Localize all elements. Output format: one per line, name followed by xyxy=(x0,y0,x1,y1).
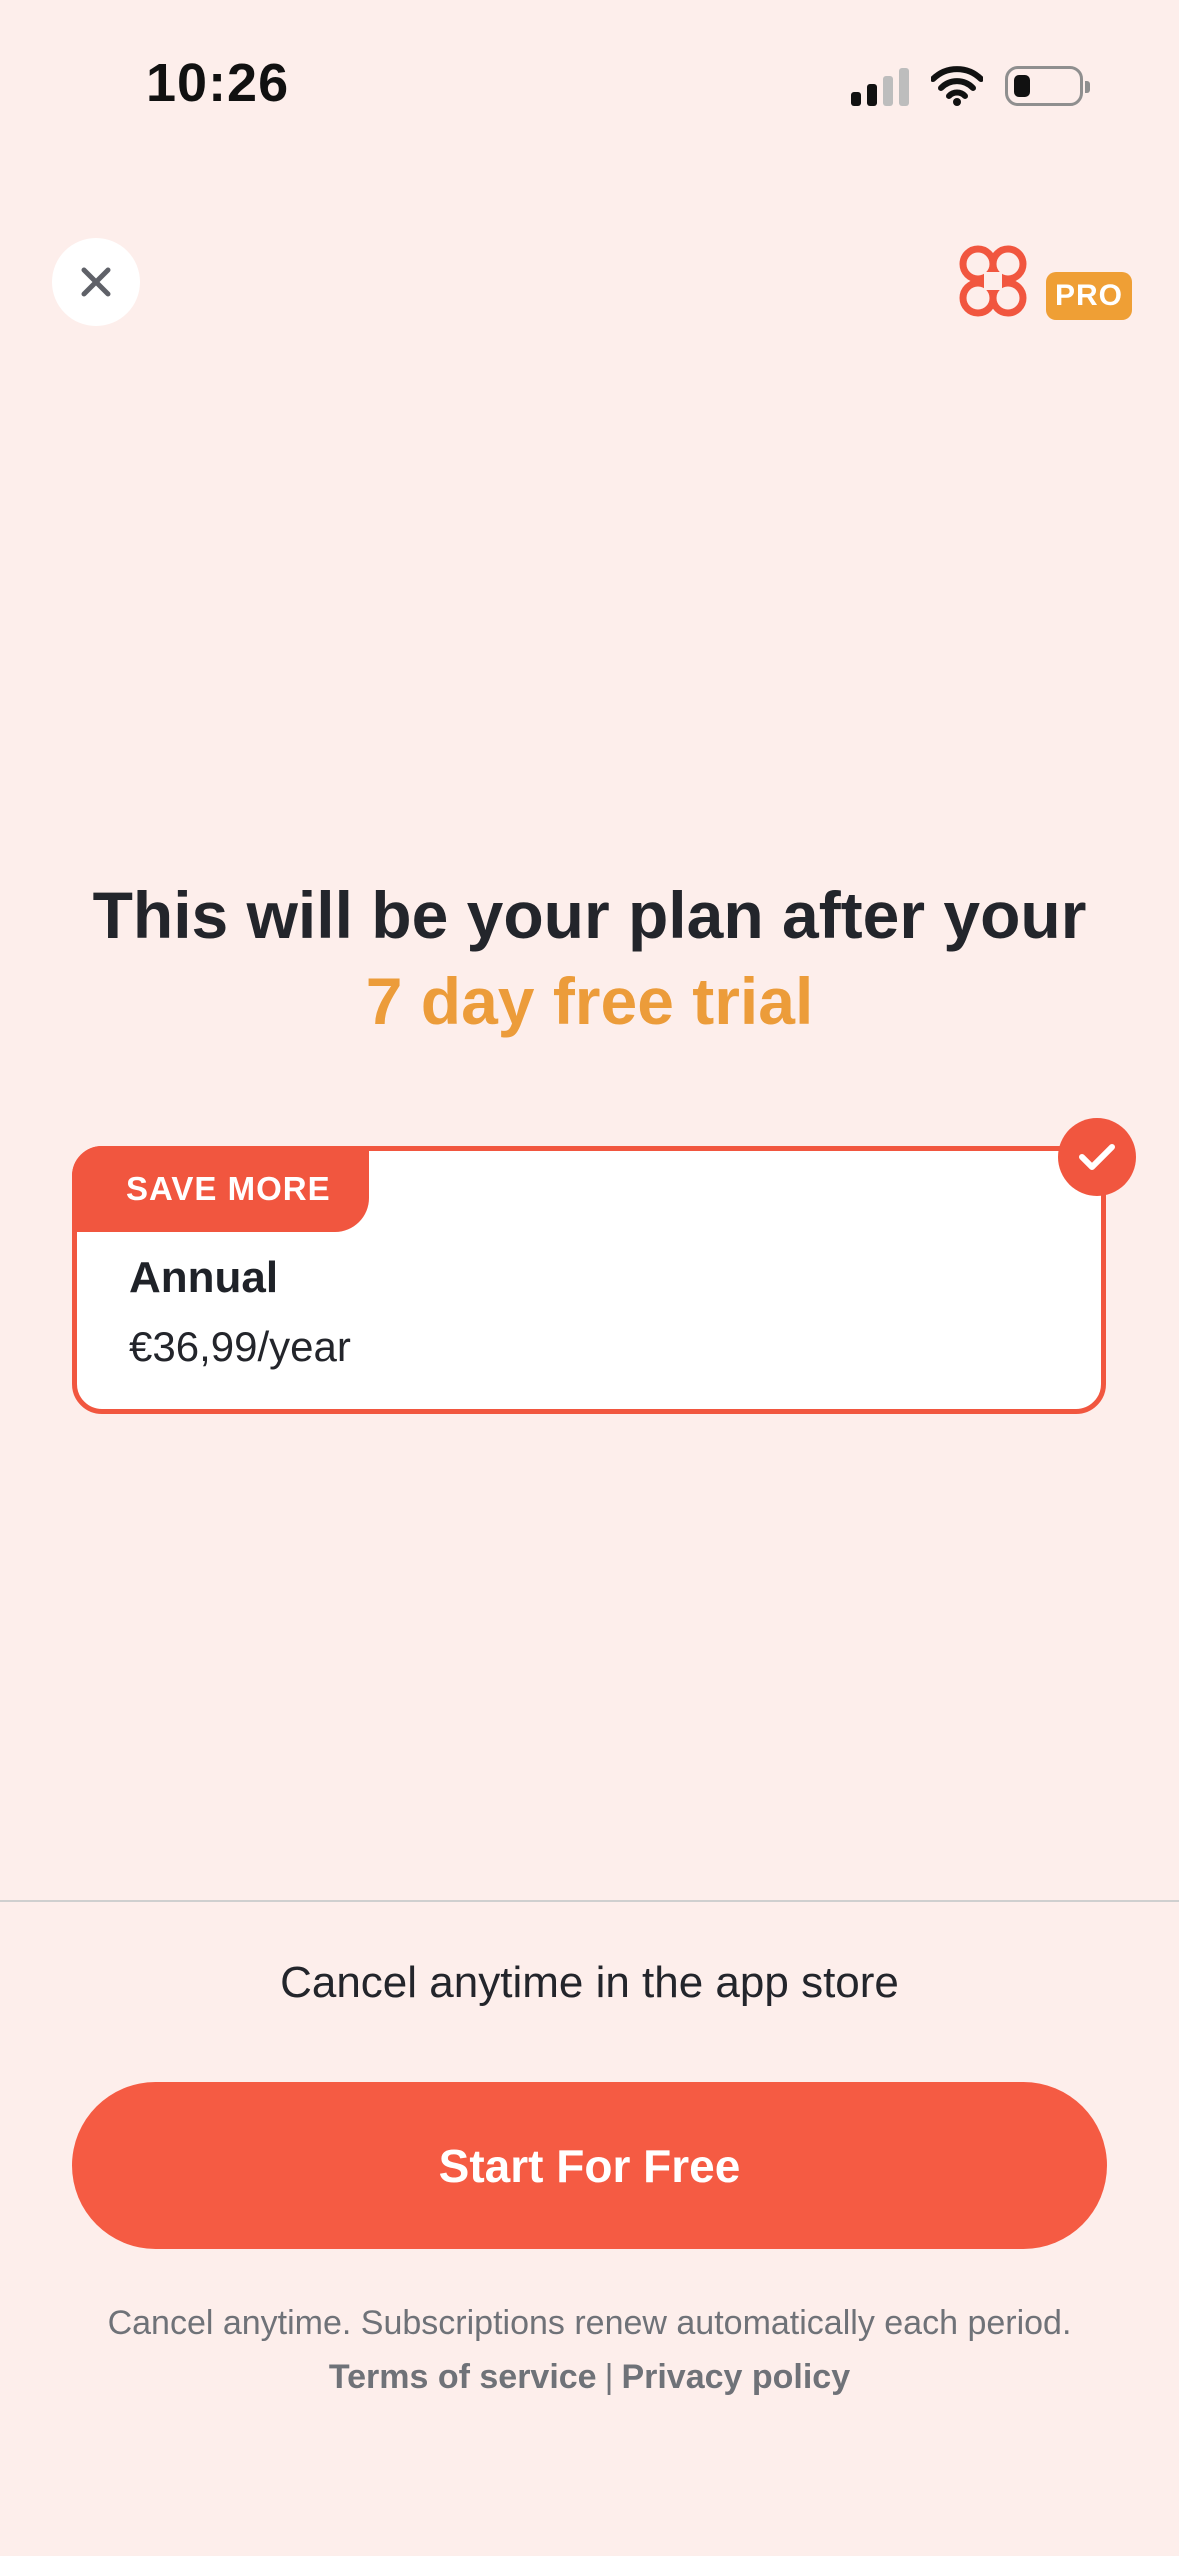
headline: This will be your plan after your 7 day … xyxy=(0,872,1179,1044)
divider xyxy=(0,1900,1179,1902)
terms-of-service-link[interactable]: Terms of service xyxy=(329,2358,597,2396)
checkmark-icon xyxy=(1079,1144,1115,1170)
privacy-policy-link[interactable]: Privacy policy xyxy=(621,2358,850,2396)
legal-links: Terms of service | Privacy policy xyxy=(0,2358,1179,2397)
cellular-signal-icon xyxy=(851,66,909,106)
plan-name: Annual xyxy=(129,1253,279,1302)
clover-logo-icon xyxy=(959,245,1027,317)
wifi-icon xyxy=(931,66,983,106)
status-time: 10:26 xyxy=(146,53,290,113)
close-button[interactable] xyxy=(52,238,140,326)
pro-badge: PRO xyxy=(1046,272,1132,320)
paywall-screen: 10:26 PRO This will be your plan after y… xyxy=(0,0,1179,2556)
start-for-free-button[interactable]: Start For Free xyxy=(72,2082,1107,2249)
close-icon xyxy=(81,267,111,297)
save-more-tag: SAVE MORE xyxy=(72,1146,369,1232)
headline-line-1: This will be your plan after your xyxy=(92,878,1087,952)
subscription-fine-print: Cancel anytime. Subscriptions renew auto… xyxy=(107,2304,1072,2342)
headline-trial-highlight: 7 day free trial xyxy=(365,964,814,1038)
status-icons xyxy=(851,62,1090,110)
battery-icon xyxy=(1005,66,1090,106)
plan-price: €36,99/year xyxy=(129,1323,351,1370)
selected-check-badge xyxy=(1058,1118,1136,1196)
plan-card-annual[interactable]: SAVE MORE Annual €36,99/year xyxy=(72,1146,1106,1414)
link-separator: | xyxy=(604,2358,614,2396)
cancel-note: Cancel anytime in the app store xyxy=(280,1958,899,2007)
